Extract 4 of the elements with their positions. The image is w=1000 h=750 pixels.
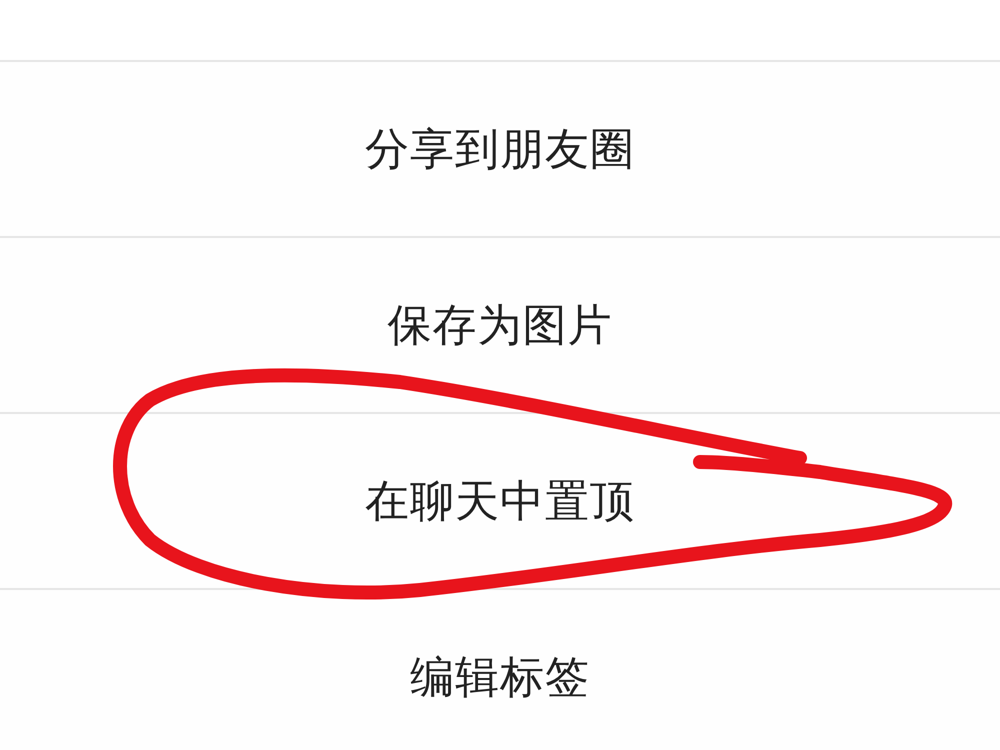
menu-item[interactable]: 在聊天中置顶 (365, 472, 635, 530)
menu-item[interactable]: 分享到朋友圈 (365, 120, 635, 178)
menu-item[interactable]: 保存为图片 (388, 296, 612, 354)
menu-item[interactable]: 编辑标签 (410, 648, 590, 706)
